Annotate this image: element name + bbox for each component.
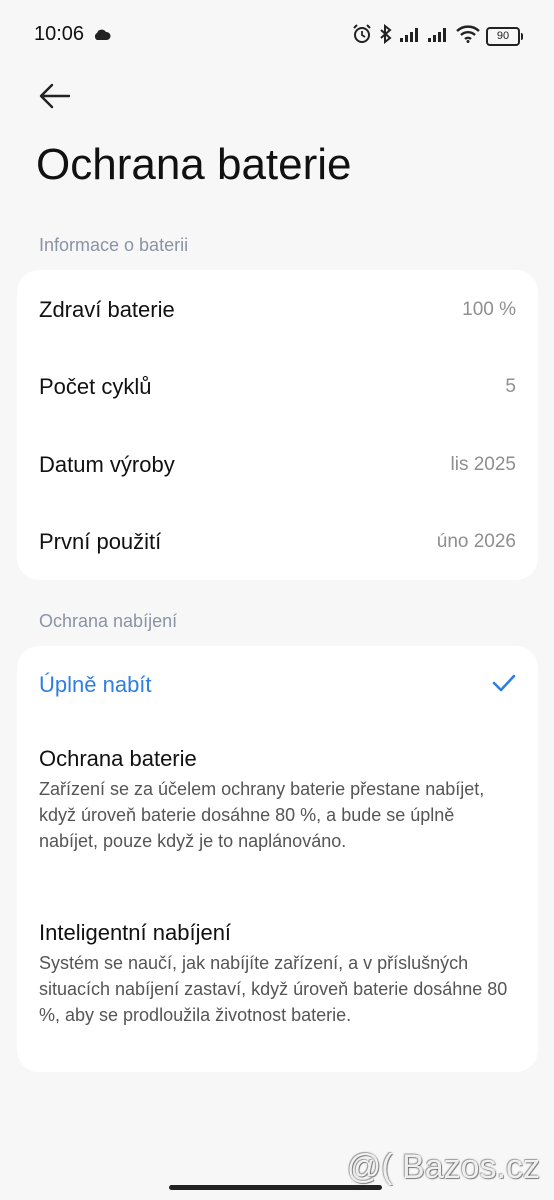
row-manufacture-date: Datum výroby lis 2025: [39, 445, 516, 485]
row-label: První použití: [39, 529, 162, 554]
option-full-charge-label: Úplně nabít: [39, 672, 152, 697]
row-label: Datum výroby: [39, 452, 175, 477]
status-icons: 90: [352, 23, 523, 49]
option-title: Inteligentní nabíjení: [39, 920, 232, 945]
row-cycle-count: Počet cyklů 5: [39, 367, 516, 407]
option-description: Systém se naučí, jak nabíjíte zařízení, …: [39, 953, 508, 1025]
checkmark-icon: [492, 673, 516, 698]
row-first-use: První použití úno 2026: [39, 522, 516, 562]
section-label-battery-info: Informace o baterii: [39, 235, 189, 255]
page-title: Ochrana baterie: [36, 140, 352, 189]
row-value: 100 %: [462, 299, 516, 320]
row-label: Zdraví baterie: [39, 297, 175, 322]
status-bar: 10:06 90: [0, 0, 554, 70]
arrow-left-icon: [39, 83, 71, 109]
back-button[interactable]: [36, 78, 76, 114]
status-time: 10:06: [34, 23, 85, 45]
wifi-icon: [456, 25, 480, 48]
row-value: lis 2025: [450, 454, 517, 475]
row-label: Počet cyklů: [39, 374, 152, 399]
signal-icon-1: [400, 26, 422, 47]
row-value: 5: [505, 376, 516, 397]
cloud-icon: [93, 28, 111, 46]
option-description: Zařízení se za účelem ochrany baterie př…: [39, 779, 485, 851]
row-value: úno 2026: [436, 531, 516, 552]
watermark: @( Bazos.cz: [346, 1148, 540, 1186]
charging-protection-card: Úplně nabít Ochrana baterie Zařízení se …: [17, 646, 538, 1072]
signal-icon-2: [428, 26, 450, 47]
option-full-charge[interactable]: Úplně nabít: [39, 665, 516, 705]
battery-info-card: Zdraví baterie 100 % Počet cyklů 5 Datum…: [17, 270, 538, 580]
alarm-icon: [352, 24, 372, 49]
section-label-charging-protection: Ochrana nabíjení: [39, 611, 178, 631]
row-battery-health: Zdraví baterie 100 %: [39, 290, 516, 330]
option-smart-charging[interactable]: Inteligentní nabíjení Systém se naučí, j…: [39, 920, 516, 1028]
battery-icon: 90: [486, 27, 523, 46]
option-title: Ochrana baterie: [39, 746, 197, 771]
bluetooth-icon: [378, 23, 394, 49]
option-battery-protection[interactable]: Ochrana baterie Zařízení se za účelem oc…: [39, 746, 516, 854]
